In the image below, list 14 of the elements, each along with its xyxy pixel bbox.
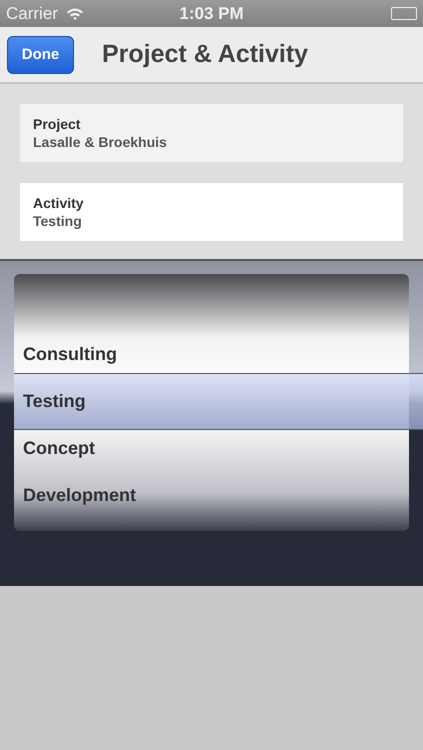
- form-field[interactable]: Project Lasalle & Broekhuis: [20, 104, 403, 162]
- picker-option[interactable]: Testing: [14, 373, 423, 430]
- field-label: Activity: [33, 195, 85, 211]
- battery-icon: [391, 7, 417, 20]
- field-value: Lasalle & Broekhuis: [33, 134, 168, 150]
- carrier-name: Carrier: [6, 4, 58, 24]
- nav-title: Project & Activity: [102, 40, 308, 69]
- status-time: 1:03 PM: [179, 4, 244, 22]
- wifi-icon: [66, 7, 84, 20]
- form-field[interactable]: Activity Testing: [20, 183, 403, 241]
- field-value: Testing: [33, 213, 83, 229]
- field-label: Project: [33, 116, 82, 132]
- done-button[interactable]: Done: [7, 36, 74, 74]
- picker-option[interactable]: Development: [14, 472, 409, 519]
